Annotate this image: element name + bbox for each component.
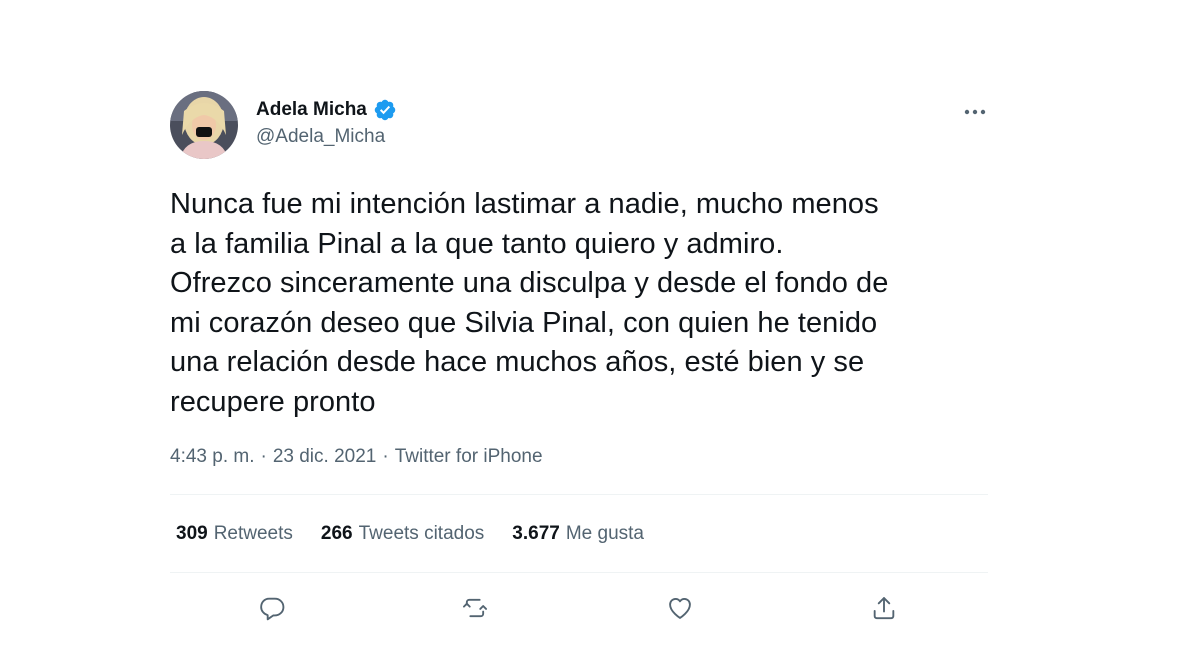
retweets-label: Retweets (213, 522, 293, 544)
like-icon[interactable] (664, 592, 696, 624)
tweet-card: Adela Micha @Adela_Micha Nunca fue mi in… (170, 88, 988, 639)
quotes-stat[interactable]: 266 Tweets citados (321, 523, 484, 545)
likes-label: Me gusta (565, 522, 644, 544)
tweet-time[interactable]: 4:43 p. m. (170, 446, 255, 468)
retweet-icon[interactable] (459, 592, 491, 624)
display-name-row: Adela Micha (256, 97, 397, 123)
meta-separator: · (260, 446, 267, 467)
quotes-count: 266 (320, 522, 353, 544)
tweet-actions (170, 573, 988, 639)
retweets-stat[interactable]: 309 Retweets (176, 523, 293, 545)
retweets-count: 309 (176, 522, 208, 544)
share-icon[interactable] (868, 592, 900, 624)
quotes-label: Tweets citados (358, 522, 485, 544)
tweet-text: Nunca fue mi intención lastimar a nadie,… (170, 188, 889, 418)
tweet-stats: 309 Retweets 266 Tweets citados 3.677 Me gu… (170, 495, 988, 572)
user-handle[interactable]: @Adela_Micha (256, 126, 397, 148)
tweet-meta: 4:43 p. m. · 23 dic. 2021 · Twitter for … (170, 443, 988, 471)
tweet-source[interactable]: Twitter for iPhone (395, 446, 543, 468)
reply-icon[interactable] (256, 592, 288, 624)
likes-count: 3.677 (512, 522, 560, 544)
likes-stat[interactable]: 3.677 Me gusta (512, 523, 644, 545)
meta-separator: · (382, 446, 389, 467)
tweet-header: Adela Micha @Adela_Micha (170, 88, 988, 164)
more-options-icon[interactable] (962, 102, 988, 122)
tweet-date[interactable]: 23 dic. 2021 (273, 446, 377, 468)
user-names: Adela Micha @Adela_Micha (256, 97, 397, 148)
display-name[interactable]: Adela Micha (256, 99, 367, 121)
verified-badge-icon (374, 99, 396, 121)
user-avatar-icon (170, 91, 238, 159)
avatar[interactable] (170, 91, 238, 159)
